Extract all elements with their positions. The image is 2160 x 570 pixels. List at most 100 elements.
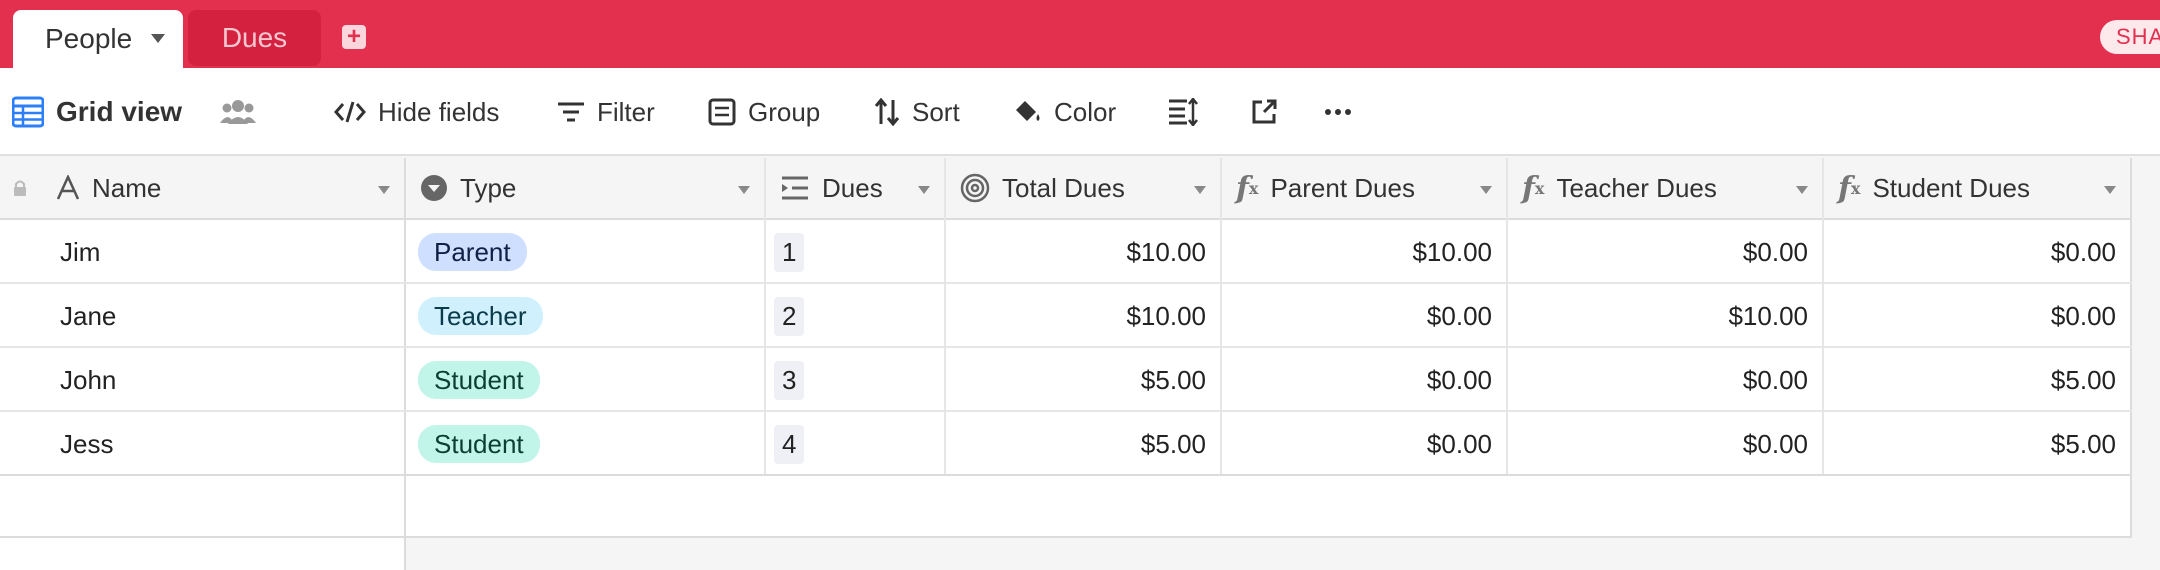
group-label: Group [748,96,821,127]
grid-icon [12,96,44,128]
view-toolbar: Grid view Hide fields Filter Group Sort … [0,68,2160,156]
cell-student-dues[interactable]: $5.00 [1824,412,2130,476]
chevron-down-icon[interactable] [918,186,930,194]
column-label: Teacher Dues [1556,172,1717,203]
cell-name[interactable]: John [60,348,400,412]
rollup-icon [960,173,990,203]
cell-dues[interactable]: 1 [774,220,934,284]
cell-dues[interactable]: 4 [774,412,934,476]
chevron-down-icon[interactable] [1194,186,1206,194]
row-height-button[interactable] [1168,68,1210,156]
cell-total-dues[interactable]: $10.00 [946,220,1220,284]
column-header-type[interactable]: Type [406,158,764,220]
column-label: Dues [822,172,883,203]
cell-name[interactable]: Jess [60,412,400,476]
cell-total-dues[interactable]: $5.00 [946,348,1220,412]
formula-icon: fx [1522,170,1545,206]
column-label: Student Dues [1872,172,2031,203]
column-header-dues[interactable]: Dues [766,158,944,220]
filter-icon [558,102,584,122]
linked-record-chip[interactable]: 1 [774,232,805,272]
cell-total-dues[interactable]: $5.00 [946,412,1220,476]
tab-dues[interactable]: Dues [188,10,321,66]
cell-student-dues[interactable]: $5.00 [1824,348,2130,412]
select-pill: Parent [418,233,527,271]
linked-record-chip[interactable]: 2 [774,296,805,336]
tab-label: People [45,23,133,54]
cell-teacher-dues[interactable]: $0.00 [1508,220,1822,284]
cell-teacher-dues[interactable]: $0.00 [1508,348,1822,412]
column-header-student-dues[interactable]: fx Student Dues [1824,158,2130,220]
cell-dues[interactable]: 2 [774,284,934,348]
cell-parent-dues[interactable]: $0.00 [1222,348,1506,412]
view-switcher[interactable]: Grid view [12,68,182,156]
cell-type[interactable]: Parent [418,220,758,284]
tab-people[interactable]: People [13,10,183,68]
more-icon [1325,109,1351,115]
linked-record-chip[interactable]: 3 [774,360,805,400]
cell-teacher-dues[interactable]: $10.00 [1508,284,1822,348]
cell-dues[interactable]: 3 [774,348,934,412]
linked-record-chip[interactable]: 4 [774,424,805,464]
hide-fields-button[interactable]: Hide fields [334,68,499,156]
cell-student-dues[interactable]: $0.00 [1824,220,2130,284]
group-icon [708,98,736,126]
chevron-down-icon[interactable] [151,34,165,43]
add-table-icon[interactable]: + [342,25,366,49]
external-link-icon [1252,99,1277,124]
single-select-icon [420,174,448,202]
collaborators-icon[interactable] [220,68,268,156]
cell-name[interactable]: Jane [60,284,400,348]
chevron-down-icon[interactable] [1480,186,1492,194]
select-pill: Student [418,425,540,463]
view-name: Grid view [56,96,183,127]
column-divider [764,158,766,476]
column-header-teacher-dues[interactable]: fx Teacher Dues [1508,158,1822,220]
hide-fields-icon [334,101,366,123]
color-button[interactable]: Color [1012,68,1116,156]
cell-parent-dues[interactable]: $0.00 [1222,412,1506,476]
more-options-button[interactable] [1324,68,1364,156]
cell-name[interactable]: Jim [60,220,400,284]
sort-label: Sort [912,96,960,127]
formula-icon: fx [1838,170,1861,206]
column-header-parent-dues[interactable]: fx Parent Dues [1222,158,1506,220]
base-header-bar: People Dues + SHA [0,0,2160,68]
hide-fields-label: Hide fields [378,96,500,127]
cell-type[interactable]: Teacher [418,284,758,348]
cell-teacher-dues[interactable]: $0.00 [1508,412,1822,476]
cell-student-dues[interactable]: $0.00 [1824,284,2130,348]
sort-button[interactable]: Sort [874,68,960,156]
chevron-down-icon[interactable] [378,186,390,194]
column-label: Total Dues [1002,172,1125,203]
share-view-button[interactable] [1250,68,1290,156]
formula-icon: fx [1236,170,1259,206]
chevron-down-icon[interactable] [2104,186,2116,194]
sort-icon [874,98,900,126]
select-pill: Teacher [418,297,543,335]
link-records-icon [780,175,810,201]
column-header-total-dues[interactable]: Total Dues [946,158,1220,220]
column-header-name[interactable]: Name [0,158,404,220]
column-label: Type [460,172,517,203]
chevron-down-icon[interactable] [738,186,750,194]
color-label: Color [1054,96,1117,127]
add-row-area[interactable] [0,476,2130,536]
filter-button[interactable]: Filter [557,68,655,156]
cell-parent-dues[interactable]: $10.00 [1222,220,1506,284]
cell-parent-dues[interactable]: $0.00 [1222,284,1506,348]
share-button[interactable]: SHA [2100,20,2160,54]
tab-label: Dues [221,22,288,53]
cell-type[interactable]: Student [418,348,758,412]
chevron-down-icon[interactable] [1796,186,1808,194]
select-pill: Student [418,361,540,399]
group-button[interactable]: Group [708,68,820,156]
add-row-divider [0,536,2132,538]
cell-type[interactable]: Student [418,412,758,476]
paint-bucket-icon [1016,101,1040,121]
text-field-icon [56,175,80,201]
cell-total-dues[interactable]: $10.00 [946,284,1220,348]
column-label: Name [92,172,162,203]
row-height-icon [1169,98,1198,126]
filter-label: Filter [597,96,655,127]
